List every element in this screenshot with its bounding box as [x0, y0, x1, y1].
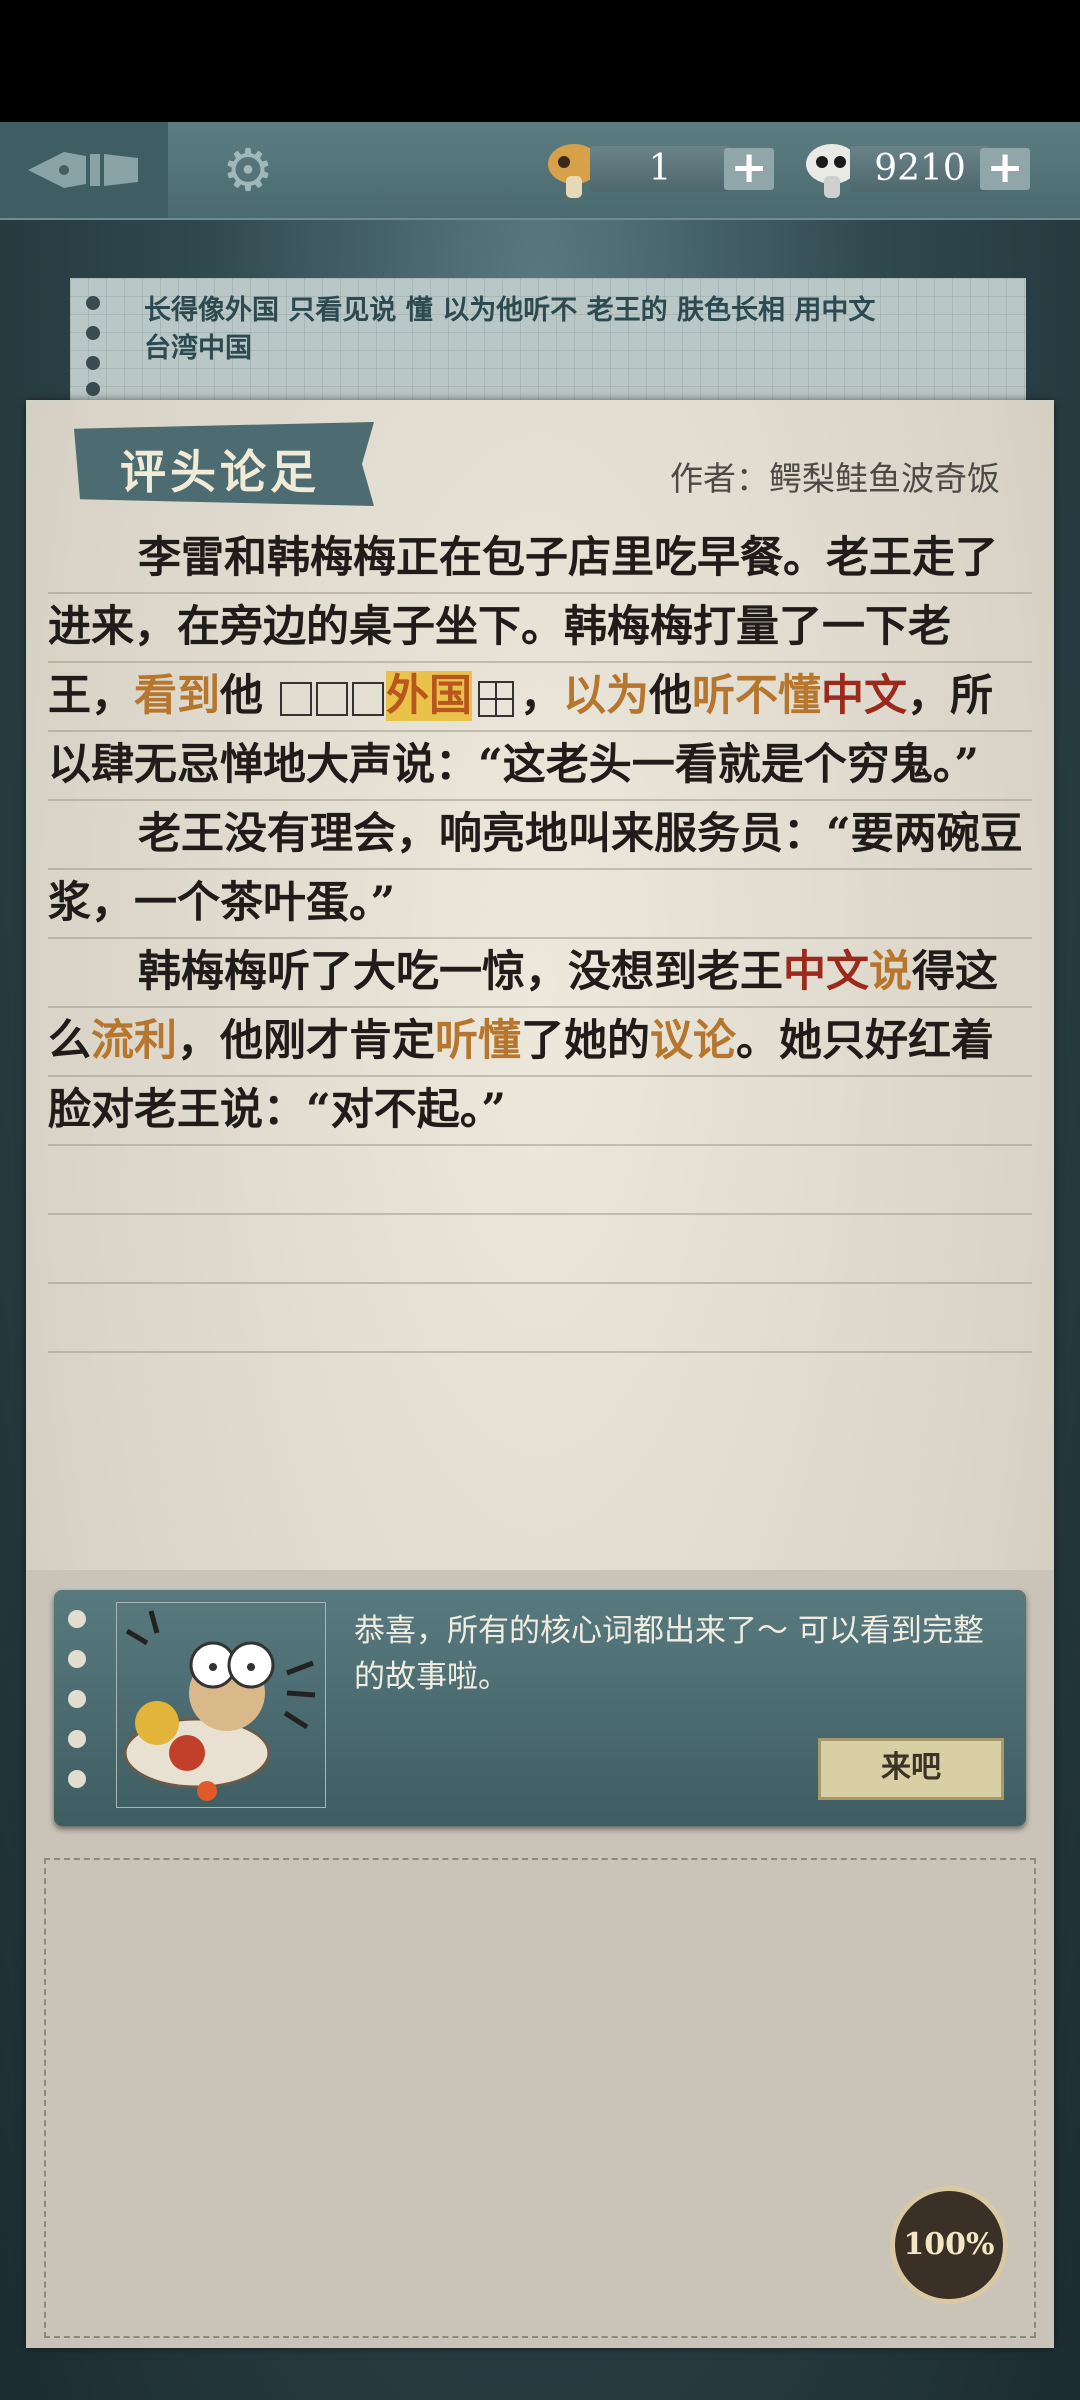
empty-slot[interactable] — [477, 681, 514, 717]
keyword-slot[interactable]: 议论 — [650, 1016, 736, 1066]
keyword-line-1: 长得像外国 只看见说 懂 以为他听不 老王的 肤色长相 用中文 — [144, 295, 876, 326]
binder-ring — [86, 326, 100, 340]
answer-frame — [44, 1858, 1036, 2338]
empty-slot[interactable] — [279, 682, 312, 716]
progress-badge: 100% — [890, 2186, 1008, 2304]
story-paragraph-2: 老王没有理会，响亮地叫来服务员：“要两碗豆浆，一个茶叶蛋。” — [48, 809, 1023, 928]
keyword-slot[interactable]: 听不懂 — [692, 671, 821, 721]
gear-icon[interactable]: ⚙ — [218, 140, 278, 200]
story-title: 评头论足 — [120, 445, 320, 499]
story-text: 李雷和韩梅梅正在包子店里吃早餐。老王走了进来，在旁边的桌子坐下。韩梅梅打量了一下… — [48, 524, 1032, 1145]
binder-ring — [86, 382, 100, 396]
mushroom-counter: 1 — [590, 146, 730, 192]
keyword-slot[interactable]: 听懂 — [435, 1016, 521, 1066]
continue-button[interactable]: 来吧 — [818, 1738, 1004, 1800]
binder-ring — [86, 356, 100, 370]
empty-slot[interactable] — [351, 682, 384, 716]
pen-icon — [28, 152, 138, 188]
binder-ring — [68, 1650, 86, 1668]
binder-ring — [68, 1610, 86, 1628]
story-author: 作者：鳄梨鲑鱼波奇饭 — [670, 459, 1000, 498]
story-paragraph-1: 李雷和韩梅梅正在包子店里吃早餐。老王走了进来，在旁边的桌子坐下。韩梅梅打量了一下… — [48, 533, 998, 790]
binder-ring — [68, 1690, 86, 1708]
keyword-slot[interactable]: 中文 — [821, 671, 907, 721]
ruled-line — [48, 1282, 1032, 1284]
keyword-slot[interactable]: 看到 — [134, 671, 220, 721]
empty-slot[interactable] — [315, 682, 348, 716]
binder-ring — [68, 1730, 86, 1748]
back-button[interactable] — [0, 122, 168, 218]
keyword-line-2: 台湾中国 — [144, 333, 252, 364]
coin-counter: 9210 — [850, 146, 990, 192]
ruled-line — [48, 1213, 1032, 1215]
keyword-slot[interactable]: 以为 — [563, 671, 649, 721]
add-mushroom-button[interactable]: + — [724, 146, 774, 190]
mascot-portrait — [116, 1602, 326, 1808]
keyword-list: 长得像外国 只看见说 懂 以为他听不 老王的 肤色长相 用中文 台湾中国 — [144, 292, 1004, 368]
ruled-line — [48, 1351, 1032, 1353]
keyword-hint-card: 长得像外国 只看见说 懂 以为他听不 老王的 肤色长相 用中文 台湾中国 — [70, 278, 1026, 408]
binder-ring — [86, 296, 100, 310]
story-paragraph-3: 韩梅梅听了大吃一惊，没想到老王中文说得这么流利，他刚才肯定听懂了她的议论。她只好… — [48, 947, 998, 1135]
keyword-slot[interactable]: 中文 — [783, 947, 869, 997]
dialog-message: 恭喜，所有的核心词都出来了～ 可以看到完整的故事啦。 — [354, 1613, 984, 1695]
keyword-slot[interactable]: 外国 — [385, 671, 472, 721]
keyword-slot[interactable]: 流利 — [91, 1016, 177, 1066]
status-bar — [0, 0, 1080, 122]
binder-ring — [68, 1770, 86, 1788]
keyword-slot[interactable]: 说 — [869, 947, 912, 997]
add-coin-button[interactable]: + — [980, 146, 1030, 190]
